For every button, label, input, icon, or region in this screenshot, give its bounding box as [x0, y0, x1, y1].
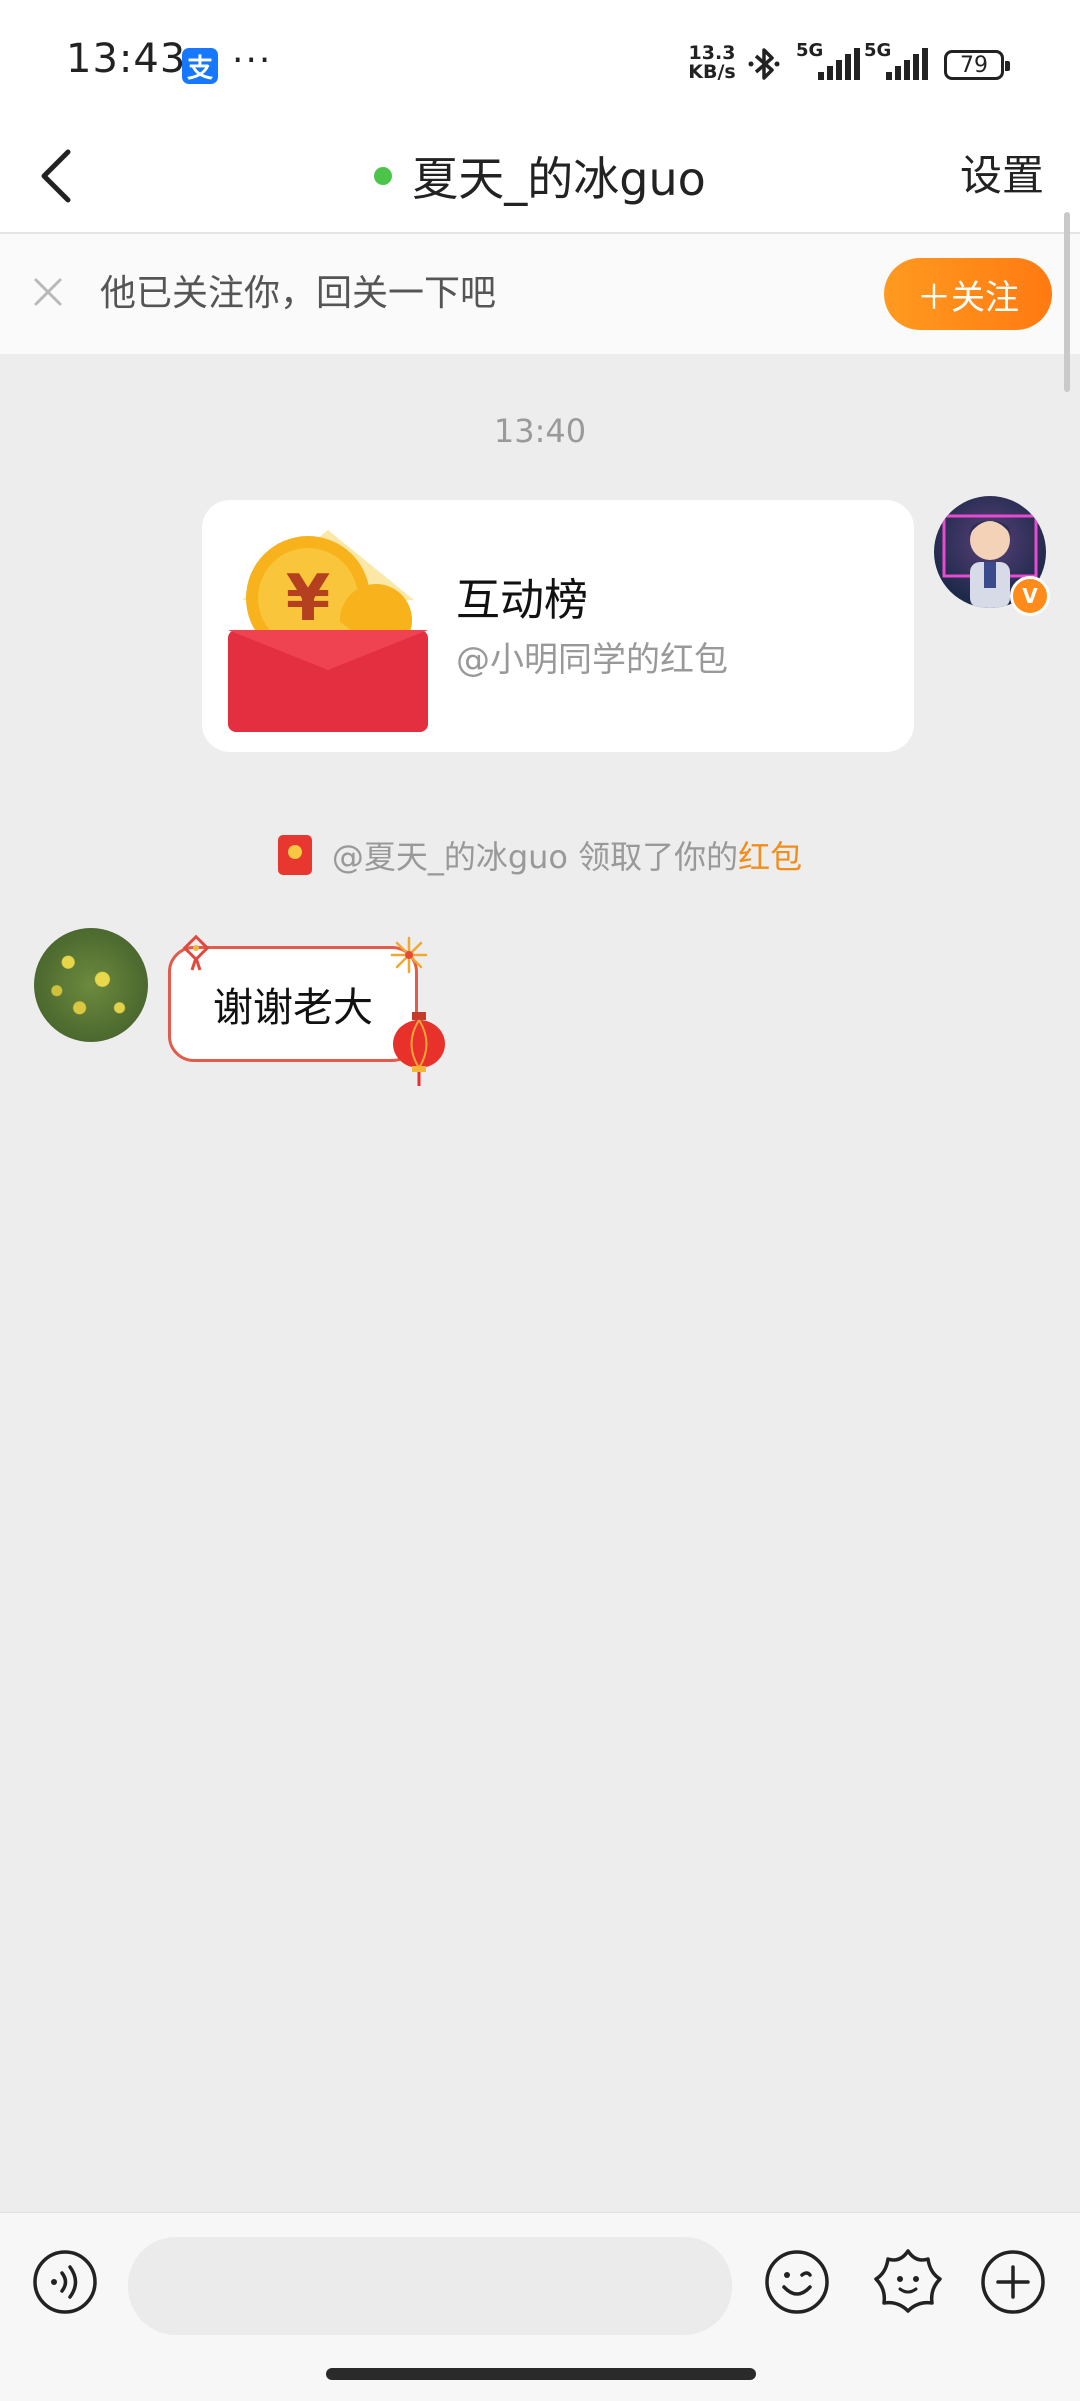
chat-title-area: 夏天_的冰guo: [0, 142, 1080, 210]
status-bar: 13:43 支 ··· 13.3 KB/s 5G 5G 79: [0, 0, 1080, 120]
follow-back-banner: 他已关注你，回关一下吧 ＋关注: [0, 234, 1080, 354]
plus-icon[interactable]: [980, 2249, 1046, 2315]
home-indicator[interactable]: [326, 2368, 756, 2380]
red-packet-link[interactable]: 红包: [738, 838, 802, 876]
sim1-network-label: 5G: [796, 40, 824, 61]
status-time: 13:43: [66, 36, 187, 82]
sim2-network-label: 5G: [864, 40, 892, 61]
close-icon[interactable]: [30, 274, 66, 310]
chat-header: 夏天_的冰guo 设置: [0, 120, 1080, 234]
follow-back-text: 他已关注你，回关一下吧: [100, 273, 497, 314]
scrollbar[interactable]: [1064, 212, 1070, 392]
red-packet-subtitle: @小明同学的红包: [456, 640, 728, 680]
more-notifications-icon: ···: [232, 40, 273, 81]
network-speed-unit: KB/s: [688, 61, 736, 83]
signal-sim1-icon: 5G: [796, 40, 860, 88]
chinese-knot-icon: [182, 934, 210, 971]
lantern-icon: [393, 1012, 445, 1086]
red-packet-message[interactable]: ¥ 互动榜 @小明同学的红包: [202, 500, 914, 752]
voice-icon[interactable]: [32, 2249, 98, 2315]
firework-icon: [390, 936, 428, 974]
alipay-icon: 支: [182, 48, 218, 84]
signal-sim2-icon: 5G: [864, 40, 928, 88]
verified-badge-icon: V: [1010, 576, 1050, 616]
notice-text: @夏天_的冰guo 领取了你的: [331, 838, 739, 876]
red-packet-claimed-notice: @夏天_的冰guo 领取了你的红包: [0, 832, 1080, 879]
sticker-icon[interactable]: [872, 2245, 944, 2317]
message-input[interactable]: [128, 2237, 732, 2335]
online-status-dot: [374, 167, 393, 185]
red-packet-small-icon: [277, 835, 312, 875]
red-packet-title: 互动榜: [456, 575, 588, 626]
emoji-icon[interactable]: [764, 2249, 830, 2315]
settings-button[interactable]: 设置: [960, 142, 1044, 210]
follow-button[interactable]: ＋关注: [884, 258, 1052, 330]
friend-avatar[interactable]: [34, 928, 148, 1042]
network-speed: 13.3 KB/s: [684, 44, 740, 82]
battery-icon: 79: [944, 50, 1010, 80]
battery-level: 79: [960, 52, 988, 78]
message-timestamp: 13:40: [493, 412, 587, 450]
bluetooth-icon: [748, 48, 780, 80]
red-packet-icon: ¥: [228, 530, 428, 732]
chat-title: 夏天_的冰guo: [412, 152, 706, 206]
